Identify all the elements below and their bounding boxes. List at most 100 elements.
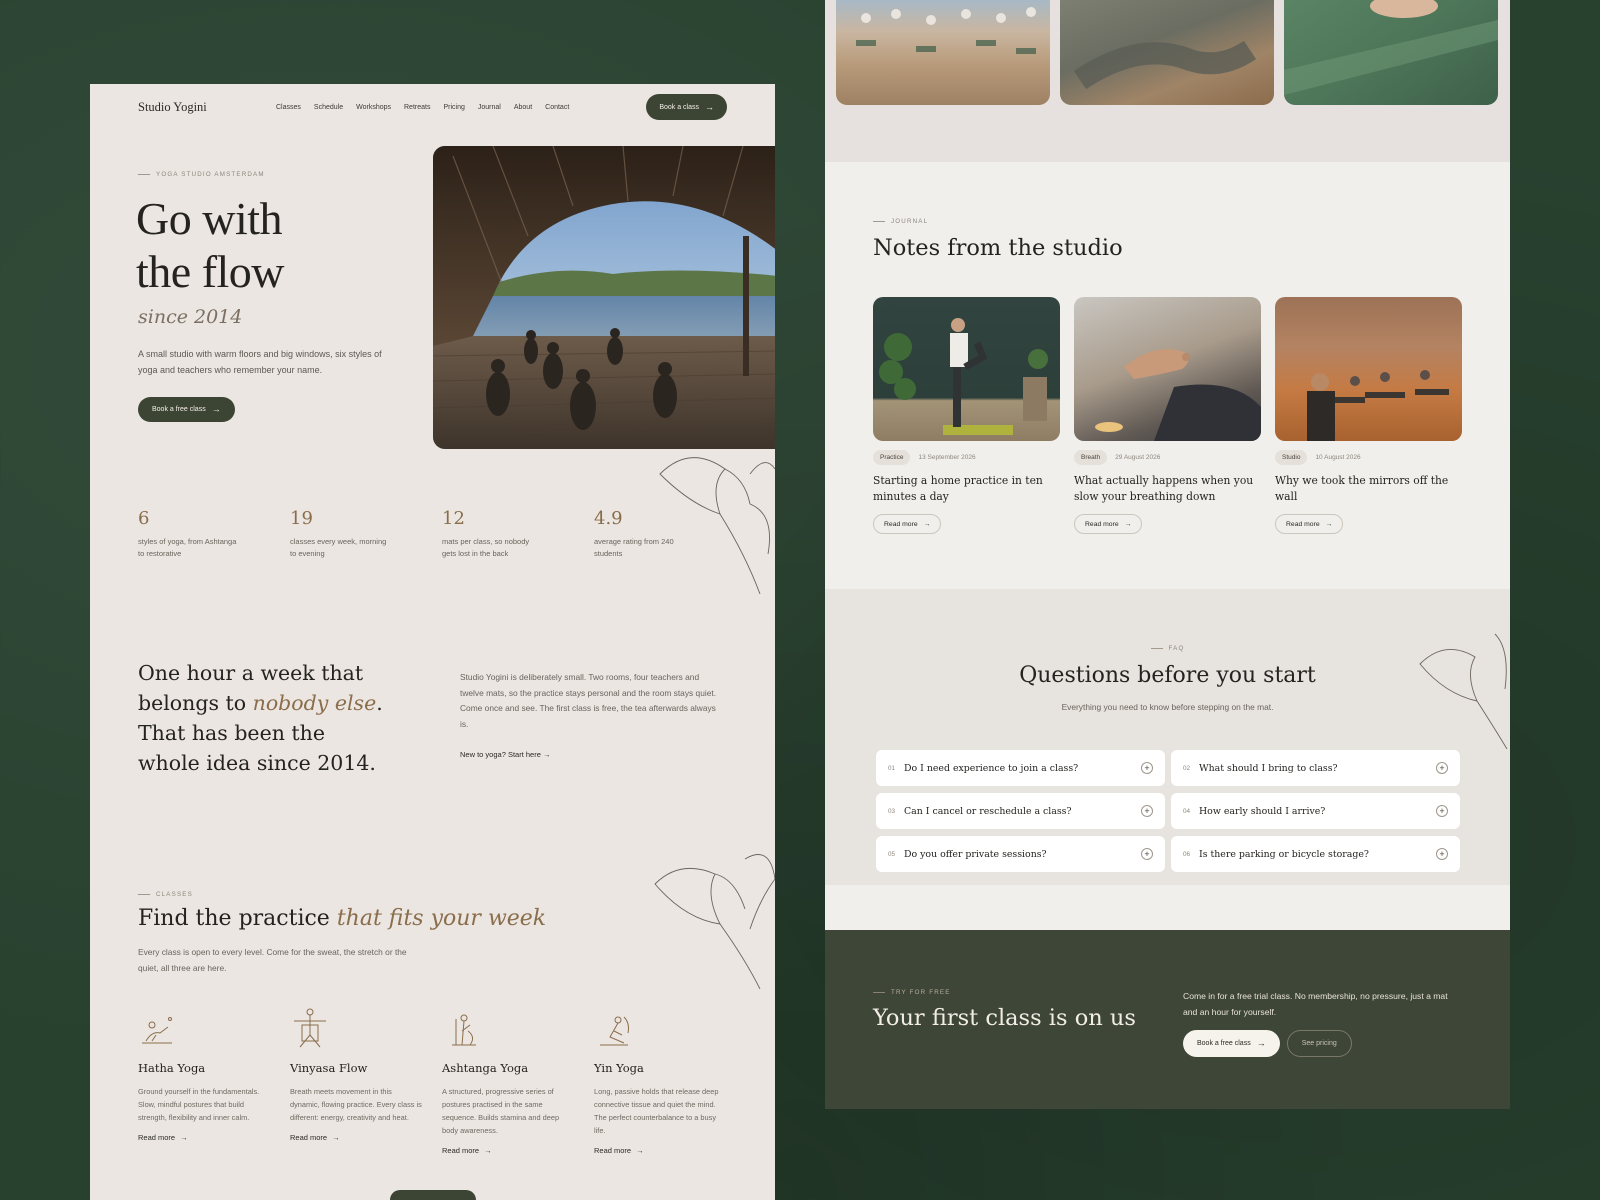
nav-link-journal[interactable]: Journal <box>478 104 501 111</box>
book-free-class-button[interactable]: Book a free class → <box>1183 1030 1280 1057</box>
faq-section: FAQ Questions before you start Everythin… <box>825 589 1510 885</box>
read-more-link[interactable]: Read more → <box>442 1146 594 1155</box>
gallery-strip <box>825 0 1510 162</box>
faq-question: How early should I arrive? <box>1199 805 1326 817</box>
read-more-link[interactable]: Read more → <box>594 1146 746 1155</box>
ashtanga-pose-icon <box>442 1009 594 1049</box>
faq-item[interactable]: 01 Do I need experience to join a class? + <box>876 750 1165 786</box>
meditation-hand-mudra-photo[interactable] <box>1074 297 1261 441</box>
post-meta: Breath 29 August 2026 <box>1074 450 1261 465</box>
nav-link-about[interactable]: About <box>514 104 532 111</box>
post-date: 29 August 2026 <box>1115 454 1161 461</box>
category-tag[interactable]: Practice <box>873 450 911 465</box>
stat-classes: 19 classes every week, morning to evenin… <box>290 508 442 560</box>
category-tag[interactable]: Studio <box>1275 450 1308 465</box>
read-more-label: Read more <box>884 520 918 528</box>
post-meta: Practice 13 September 2026 <box>873 450 1060 465</box>
arrow-right-icon: → <box>180 1133 188 1142</box>
nav-links: Classes Schedule Workshops Retreats Pric… <box>276 104 569 111</box>
class-card-ashtanga: Ashtanga Yoga A structured, progressive … <box>442 1009 594 1155</box>
hero-script: since 2014 <box>138 306 243 328</box>
arrow-right-icon: → <box>636 1146 644 1155</box>
faq-item[interactable]: 06 Is there parking or bicycle storage? + <box>1171 836 1460 872</box>
arrow-right-icon: → <box>332 1133 340 1142</box>
book-free-class-label: Book a free class <box>152 406 206 413</box>
plus-icon[interactable]: + <box>1141 762 1153 774</box>
plus-icon[interactable]: + <box>1436 805 1448 817</box>
class-name: Ashtanga Yoga <box>442 1061 529 1075</box>
arrow-right-icon: → <box>211 404 221 414</box>
logo[interactable]: Studio Yogini <box>138 100 276 115</box>
nav-link-contact[interactable]: Contact <box>545 104 569 111</box>
post-headline[interactable]: Starting a home practice in ten minutes … <box>873 473 1060 505</box>
book-class-button[interactable]: Book a class → <box>646 94 727 120</box>
see-pricing-label: See pricing <box>1301 1040 1337 1047</box>
read-more-label: Read more <box>138 1133 176 1142</box>
see-pricing-button[interactable]: See pricing <box>1286 1030 1352 1057</box>
faq-item[interactable]: 03 Can I cancel or reschedule a class? + <box>876 793 1165 829</box>
faq-item[interactable]: 04 How early should I arrive? + <box>1171 793 1460 829</box>
faq-item[interactable]: 05 Do you offer private sessions? + <box>876 836 1165 872</box>
all-classes-button[interactable] <box>390 1190 476 1200</box>
faq-item[interactable]: 02 What should I bring to class? + <box>1171 750 1460 786</box>
yin-pose-icon <box>594 1009 746 1049</box>
arrow-right-icon: → <box>1124 520 1132 528</box>
cta-text: Come in for a free trial class. No membe… <box>1183 991 1448 1017</box>
nav-link-retreats[interactable]: Retreats <box>404 104 430 111</box>
stat-mats: 12 mats per class, so nobody gets lost i… <box>442 508 594 560</box>
nav-link-workshops[interactable]: Workshops <box>356 104 391 111</box>
arrow-right-icon: → <box>705 101 714 112</box>
classes-eyebrow: CLASSES <box>138 891 193 898</box>
post-date: 10 August 2026 <box>1315 454 1361 461</box>
read-more-link[interactable]: Read more → <box>138 1133 290 1142</box>
post-headline[interactable]: Why we took the mirrors off the wall <box>1275 473 1462 505</box>
journal-card: Practice 13 September 2026 Starting a ho… <box>873 297 1060 534</box>
gallery-photo-stretch <box>1060 0 1274 105</box>
arrow-right-icon: → <box>542 750 551 759</box>
plus-icon[interactable]: + <box>1141 848 1153 860</box>
stat-value: 4.9 <box>594 508 623 529</box>
nav-link-schedule[interactable]: Schedule <box>314 104 343 111</box>
arrow-right-icon: → <box>923 520 931 528</box>
faq-number: 03 <box>888 807 896 815</box>
cta-buttons: Book a free class → See pricing <box>1183 1030 1352 1057</box>
hatha-pose-icon <box>138 1009 290 1049</box>
class-description: A structured, progressive series of post… <box>442 1087 560 1135</box>
faq-subtitle: Everything you need to know before stepp… <box>1061 702 1274 712</box>
man-balancing-pose-photo[interactable] <box>873 297 1060 441</box>
hero-title: Go with the flow <box>136 192 285 298</box>
nav-link-classes[interactable]: Classes <box>276 104 301 111</box>
book-free-class-label: Book a free class <box>1197 1040 1251 1047</box>
journal-title: Notes from the studio <box>873 235 1123 261</box>
read-more-label: Read more <box>442 1146 480 1155</box>
homepage-panel: Studio Yogini Classes Schedule Workshops… <box>90 84 775 1200</box>
cta-eyebrow: TRY FOR FREE <box>873 989 951 996</box>
category-tag[interactable]: Breath <box>1074 450 1108 465</box>
plus-icon[interactable]: + <box>1436 848 1448 860</box>
nav-link-pricing[interactable]: Pricing <box>443 104 464 111</box>
studio-room-class-photo[interactable] <box>1275 297 1462 441</box>
read-more-button[interactable]: Read more → <box>1275 514 1344 534</box>
hero-image <box>433 146 775 449</box>
read-more-button[interactable]: Read more → <box>873 514 942 534</box>
read-more-link[interactable]: Read more → <box>290 1133 442 1142</box>
class-description: Long, passive holds that release deep co… <box>594 1087 719 1135</box>
class-card-yin: Yin Yoga Long, passive holds that releas… <box>594 1009 746 1155</box>
stat-rating: 4.9 average rating from 240 students <box>594 508 746 560</box>
stat-value: 12 <box>442 508 465 529</box>
book-free-class-button[interactable]: Book a free class → <box>138 397 235 422</box>
plus-icon[interactable]: + <box>1436 762 1448 774</box>
post-headline[interactable]: What actually happens when you slow your… <box>1074 473 1261 505</box>
quote-emphasis: nobody else <box>252 691 377 715</box>
intro-text: Studio Yogini is deliberately small. Two… <box>460 672 717 729</box>
stats-row: 6 styles of yoga, from Ashtanga to resto… <box>138 508 746 560</box>
plus-icon[interactable]: + <box>1141 805 1153 817</box>
classes-title-part1: Find the practice <box>138 906 337 931</box>
read-more-button[interactable]: Read more → <box>1074 514 1143 534</box>
stat-label: classes every week, morning to evening <box>290 537 387 558</box>
classes-row: Hatha Yoga Ground yourself in the fundam… <box>138 1008 746 1155</box>
post-date: 13 September 2026 <box>918 454 976 461</box>
classes-title: Find the practice that fits your week <box>138 906 546 931</box>
gallery-photo-class <box>836 0 1050 105</box>
start-here-link[interactable]: New to yoga? Start here → <box>460 750 550 759</box>
